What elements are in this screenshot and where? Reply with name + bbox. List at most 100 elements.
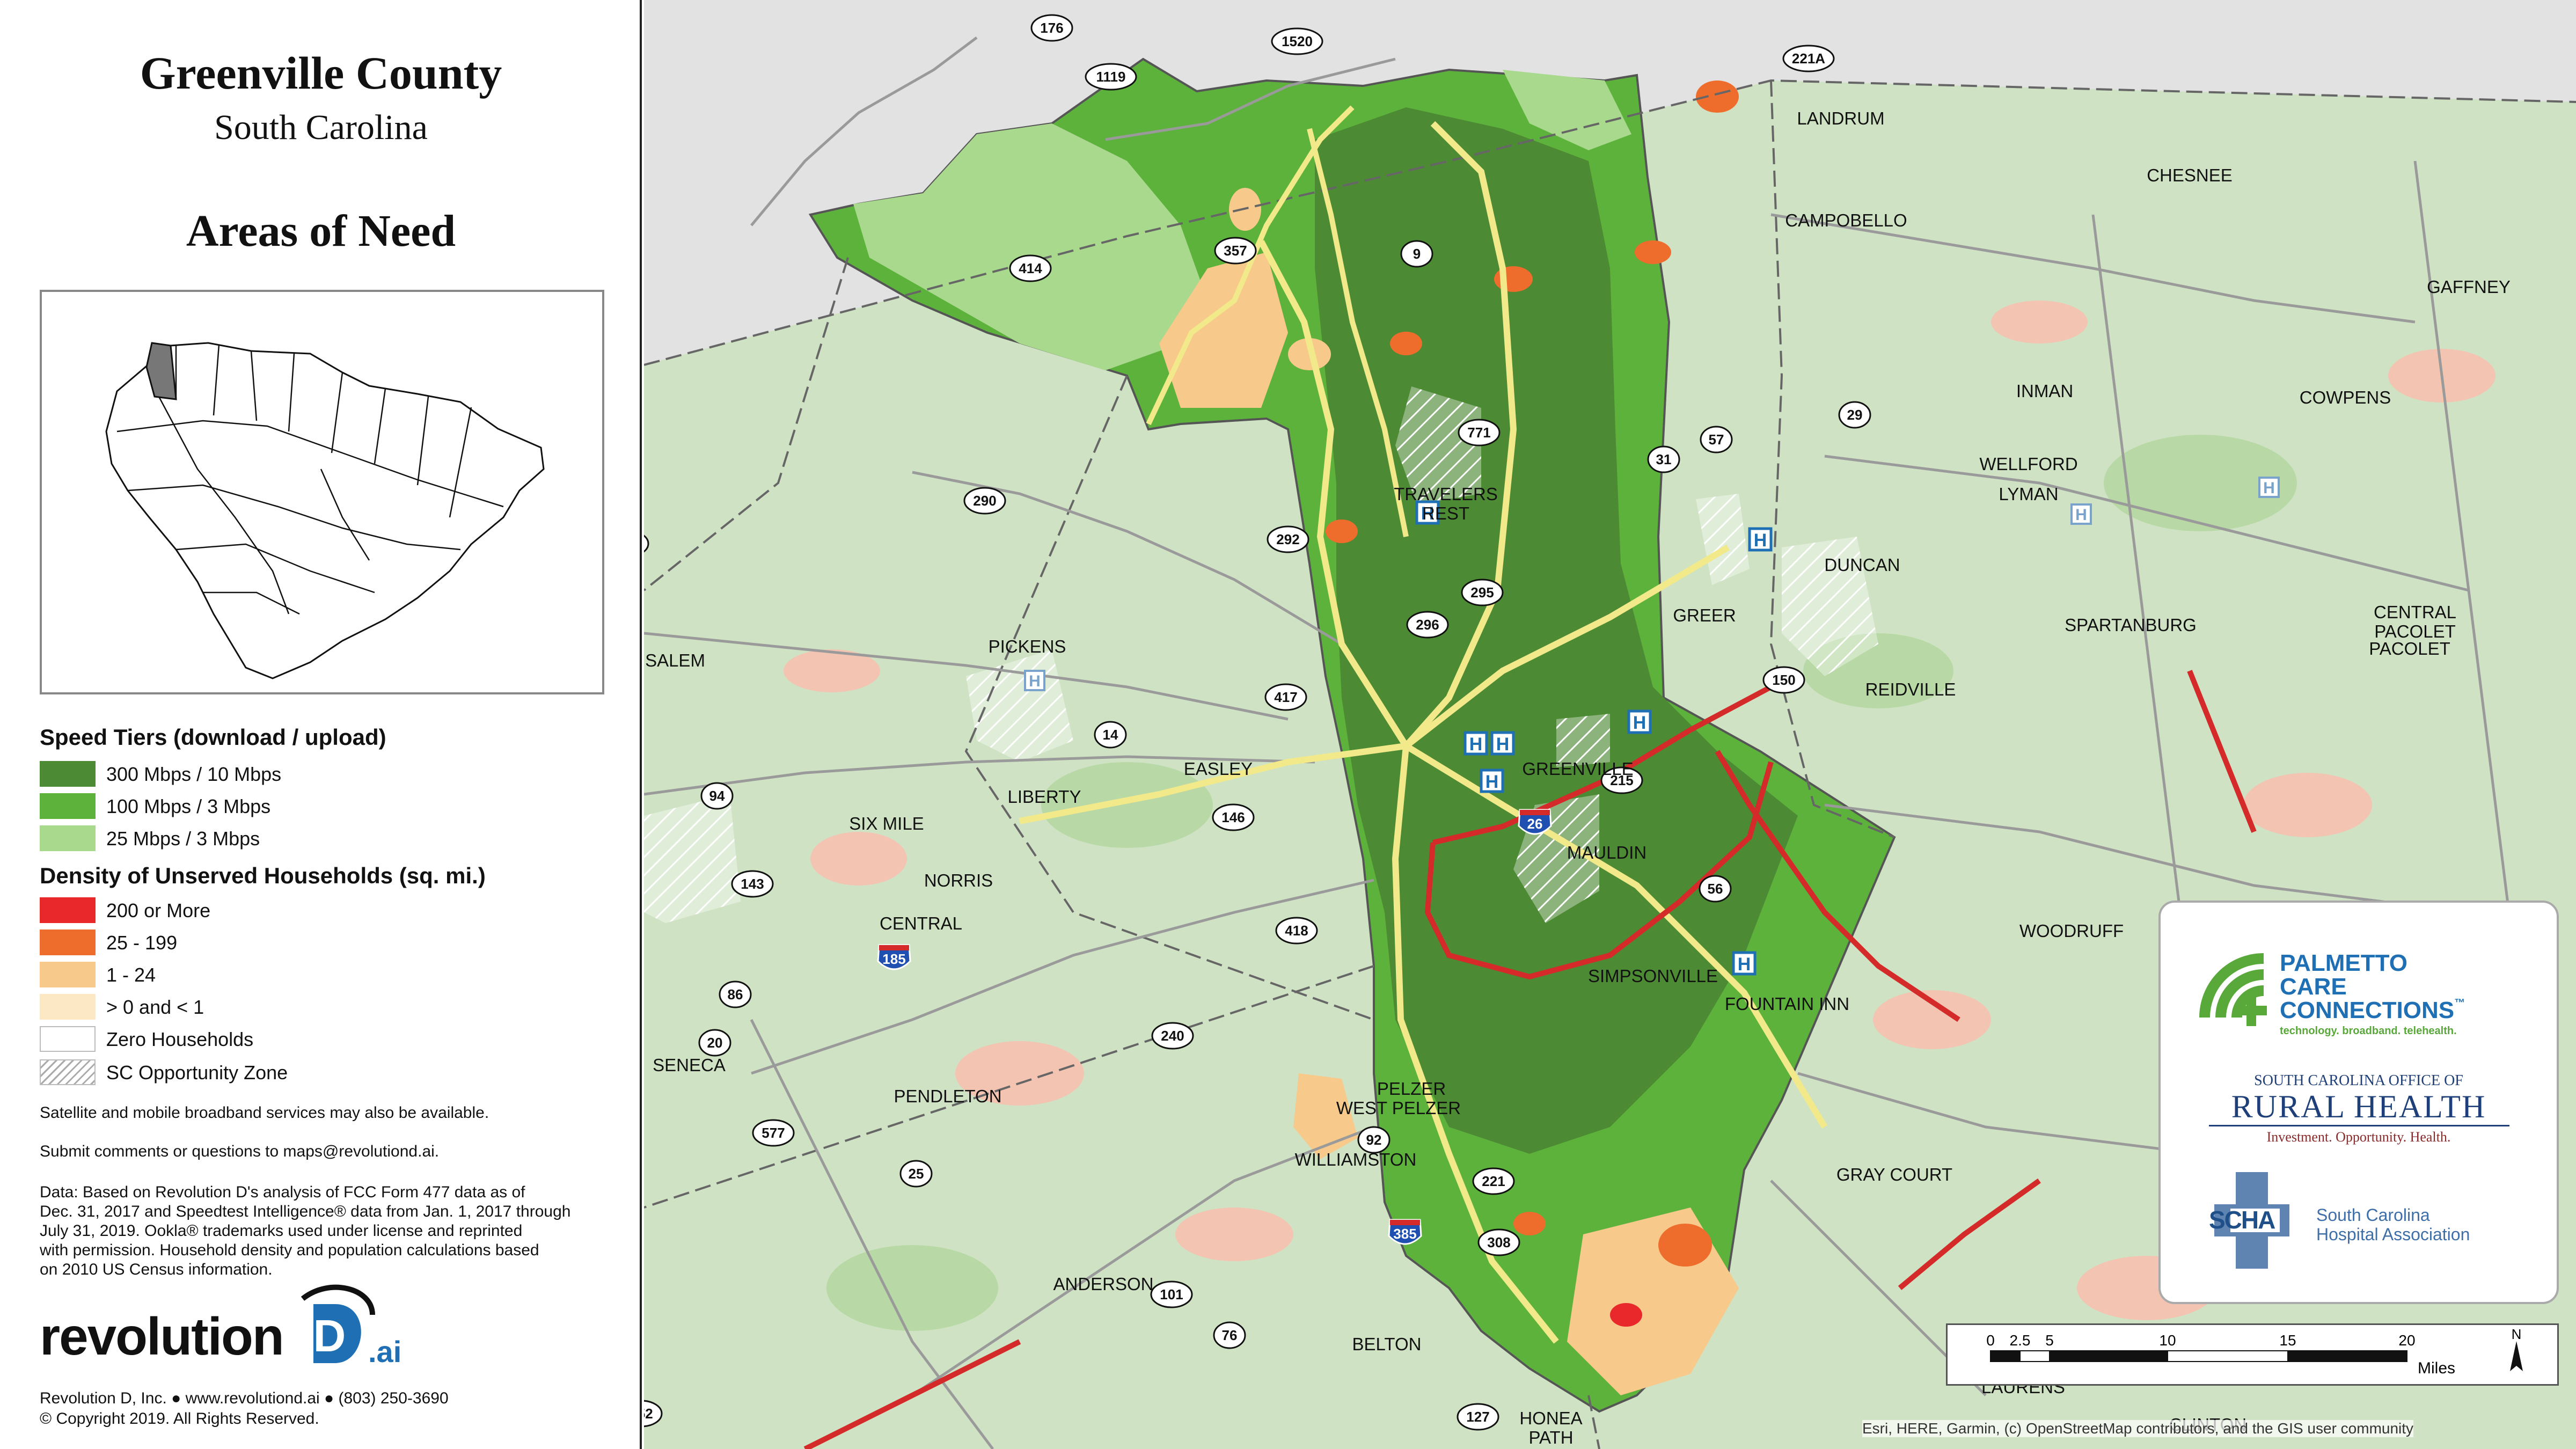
partner-logos-panel: PALMETTO CARE CONNECTIONS™ technology. b…: [2158, 901, 2559, 1304]
highway-shield: 308: [1477, 1228, 1520, 1256]
svg-text:56: 56: [1708, 881, 1723, 897]
place-label: SALEM: [645, 650, 705, 670]
legend-swatch: [40, 897, 96, 923]
place-label: ANDERSON: [1053, 1274, 1153, 1294]
svg-text:94: 94: [709, 788, 725, 804]
svg-text:127: 127: [1466, 1409, 1489, 1425]
svg-text:76: 76: [1222, 1327, 1238, 1343]
svg-text:150: 150: [1772, 672, 1795, 688]
svg-text:D: D: [313, 1311, 346, 1361]
place-label: BELTON: [1352, 1334, 1422, 1354]
place-label: LIBERTY: [1008, 787, 1081, 807]
place-label: CAMPOBELLO: [1785, 210, 1907, 230]
place-label: SENECA: [653, 1055, 726, 1075]
logo-d-mark: D: [301, 1284, 375, 1363]
svg-text:101: 101: [1160, 1286, 1183, 1302]
svg-text:H: H: [2075, 506, 2087, 524]
scha-abbr: SCHA: [2209, 1206, 2275, 1234]
svg-text:252: 252: [644, 1406, 653, 1422]
legend-label: 300 Mbps / 10 Mbps: [106, 763, 282, 785]
highway-shield: 14: [1094, 721, 1127, 749]
highway-shield: 292: [1267, 525, 1309, 553]
legend-swatch: [40, 1026, 96, 1052]
highway-shield: 417: [1264, 683, 1307, 711]
wifi-cross-icon: [2199, 953, 2267, 1026]
highway-shield: 150: [1762, 666, 1805, 694]
revolution-d-logo: revolution D .ai: [40, 1283, 415, 1379]
highway-shield: 296: [1406, 611, 1449, 639]
highway-shield: 1520: [1271, 27, 1323, 55]
svg-text:H: H: [1754, 530, 1767, 551]
highway-shield: 290: [963, 487, 1006, 515]
legend-panel: Greenville County South Carolina Areas o…: [0, 0, 642, 1449]
place-label: WELLFORD: [1979, 454, 2077, 474]
legend-label: 25 - 199: [106, 932, 178, 954]
svg-text:1119: 1119: [1096, 69, 1126, 85]
svg-text:143: 143: [741, 876, 764, 892]
highway-shield: 295: [1461, 579, 1504, 606]
data-note-line: July 31, 2019. Ookla® trademarks used un…: [40, 1222, 523, 1240]
hospital-icon: H: [2258, 477, 2280, 498]
svg-text:H: H: [1469, 734, 1483, 755]
place-label: GAFFNEY: [2427, 277, 2511, 297]
legend-swatch-hatched: [40, 1059, 96, 1085]
highway-shield: 92: [1357, 1126, 1391, 1154]
highway-shield: 146: [1212, 803, 1255, 831]
hospital-icon: H: [1480, 769, 1504, 793]
data-note-line: with permission. Household density and p…: [40, 1241, 539, 1259]
hospital-icon: H: [1024, 670, 1045, 691]
svg-text:385: 385: [1393, 1226, 1416, 1242]
scale-tick-label: 0: [1986, 1332, 1995, 1349]
data-note-line: Dec. 31, 2017 and Speedtest Intelligence…: [40, 1203, 571, 1220]
map-subtitle: South Carolina: [214, 108, 428, 147]
basemap-credit: Esri, HERE, Garmin, (c) OpenStreetMap co…: [1862, 1420, 2414, 1437]
data-note-line: Data: Based on Revolution D's analysis o…: [40, 1183, 525, 1201]
place-label: COWPENS: [2300, 387, 2391, 407]
highway-shield: 31: [1647, 445, 1680, 473]
pcc-name-line: PALMETTO: [2280, 950, 2407, 976]
svg-text:146: 146: [1221, 809, 1245, 825]
hospital-icon: H: [1627, 709, 1652, 734]
highway-shield: 29: [1838, 401, 1871, 429]
svg-text:H: H: [1496, 734, 1510, 755]
pcc-name-line: CONNECTIONS™: [2280, 997, 2465, 1023]
scale-tick-label: 5: [2045, 1332, 2054, 1349]
scale-graphic: 0 2.5 5 10 15 20 Miles N: [1986, 1326, 2523, 1377]
place-label: HONEA PATH: [1519, 1408, 1582, 1447]
legend-swatch: [40, 793, 96, 819]
place-label: LANDRUM: [1797, 108, 1884, 128]
legend-label: 1 - 24: [106, 964, 156, 986]
highway-shield: 185: [877, 944, 911, 970]
speed-tiers-heading: Speed Tiers (download / upload): [40, 724, 386, 750]
highway-shield: 143: [731, 870, 774, 898]
svg-text:20: 20: [707, 1035, 723, 1051]
highway-shield: 357: [1214, 237, 1257, 265]
data-note-line: on 2010 US Census information.: [40, 1261, 273, 1278]
svg-text:240: 240: [1161, 1028, 1184, 1044]
svg-text:57: 57: [1709, 431, 1724, 448]
satellite-note: Satellite and mobile broadband services …: [40, 1104, 489, 1122]
map-poster: Greenville County South Carolina Areas o…: [0, 0, 2576, 1449]
legend-label: 100 Mbps / 3 Mbps: [106, 795, 271, 817]
place-label: SIX MILE: [849, 814, 924, 833]
north-arrow-icon: N: [2510, 1326, 2523, 1371]
place-label: SIMPSONVILLE: [1588, 966, 1718, 986]
logo-wordmark: revolution: [40, 1307, 284, 1366]
scale-tick-label: 10: [2159, 1332, 2176, 1349]
scale-bar: 0 2.5 5 10 15 20 Miles N: [1946, 1323, 2559, 1386]
svg-text:292: 292: [1276, 531, 1299, 547]
place-label: PACOLET: [2369, 639, 2450, 658]
highway-shield: 26: [1518, 809, 1552, 835]
highway-shield: 56: [1699, 875, 1732, 903]
scale-unit: Miles: [2418, 1359, 2455, 1377]
map-title: Greenville County: [140, 47, 502, 99]
pcc-tagline: technology. broadband. telehealth.: [2280, 1025, 2457, 1037]
map-heading: Areas of Need: [186, 206, 456, 256]
highway-shield: 414: [1009, 254, 1052, 282]
legend-swatch: [40, 930, 96, 955]
place-label: MAULDIN: [1567, 843, 1647, 862]
place-label: GREENVILLE: [1522, 759, 1633, 779]
scale-tick-label: 2.5: [2010, 1332, 2031, 1349]
highway-shield: 57: [1700, 426, 1733, 453]
highway-shield: 240: [1151, 1022, 1194, 1050]
